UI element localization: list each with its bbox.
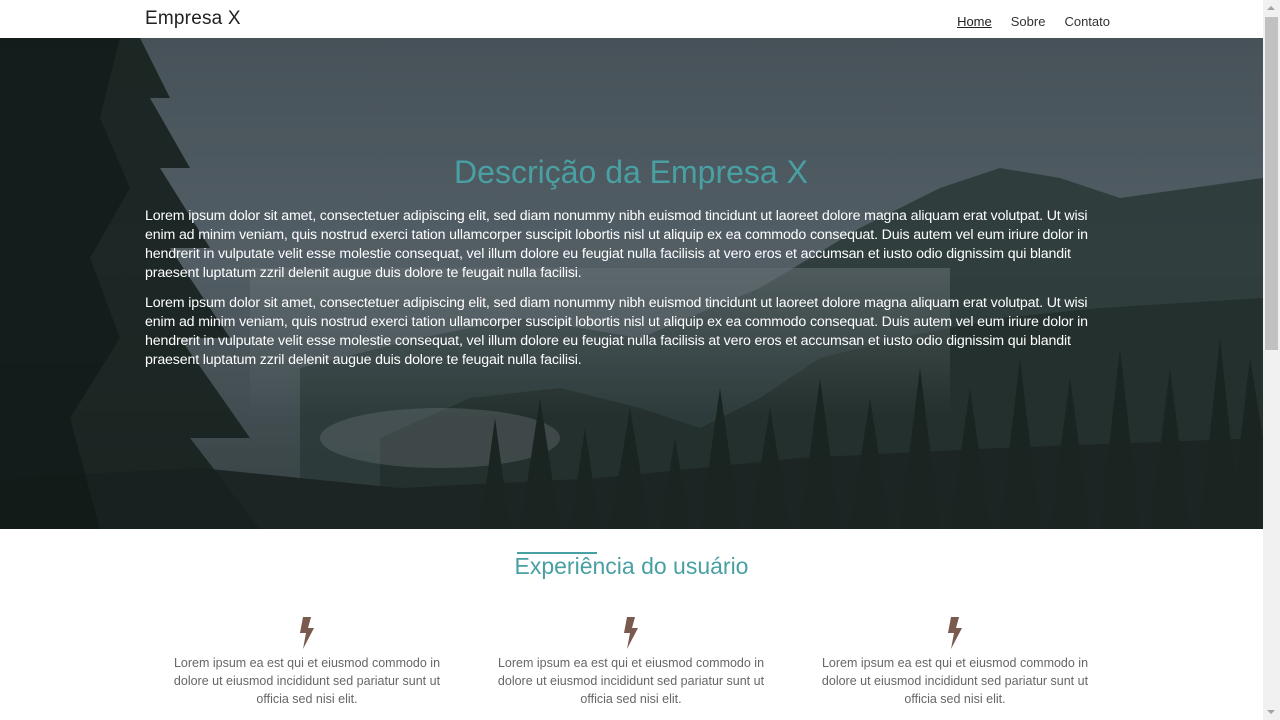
nav-link-sobre[interactable]: Sobre: [1011, 14, 1046, 29]
scroll-up-arrow-icon[interactable]: [1267, 6, 1275, 10]
bolt-icon: [624, 617, 638, 649]
hero-content: Descrição da Empresa X Lorem ipsum dolor…: [145, 152, 1117, 381]
nav-link-home[interactable]: Home: [957, 14, 992, 29]
hero-paragraph-2: Lorem ipsum dolor sit amet, consectetuer…: [145, 295, 1088, 368]
features-section: Experiência do usuário Lorem ipsum ea es…: [0, 529, 1263, 720]
viewport: Empresa X Home Sobre Contato Descrição d…: [0, 0, 1263, 720]
hero-paragraph-1: Lorem ipsum dolor sit amet, consectetuer…: [145, 208, 1088, 281]
feature-item-2: Lorem ipsum ea est qui et eiusmod commod…: [481, 617, 781, 708]
features-title: Experiência do usuário: [514, 553, 749, 579]
feature-item-3: Lorem ipsum ea est qui et eiusmod commod…: [805, 617, 1105, 708]
vertical-scrollbar[interactable]: [1263, 0, 1280, 720]
navbar: Empresa X Home Sobre Contato: [0, 0, 1263, 38]
feature-item-1: Lorem ipsum ea est qui et eiusmod commod…: [157, 617, 457, 708]
nav-link-contato[interactable]: Contato: [1064, 14, 1110, 29]
page: Empresa X Home Sobre Contato Descrição d…: [0, 0, 1280, 720]
feature-text-2: Lorem ipsum ea est qui et eiusmod commod…: [497, 656, 765, 706]
feature-text-1: Lorem ipsum ea est qui et eiusmod commod…: [173, 656, 441, 706]
hero-title: Descrição da Empresa X: [454, 154, 808, 190]
brand-link[interactable]: Empresa X: [145, 8, 241, 30]
scrollbar-thumb[interactable]: [1265, 17, 1278, 350]
nav-menu: Home Sobre Contato: [957, 14, 1110, 29]
hero-section: Descrição da Empresa X Lorem ipsum dolor…: [0, 38, 1263, 529]
scroll-down-arrow-icon[interactable]: [1267, 710, 1275, 714]
bolt-icon: [948, 617, 962, 649]
bolt-icon: [300, 617, 314, 649]
feature-text-3: Lorem ipsum ea est qui et eiusmod commod…: [821, 656, 1089, 706]
